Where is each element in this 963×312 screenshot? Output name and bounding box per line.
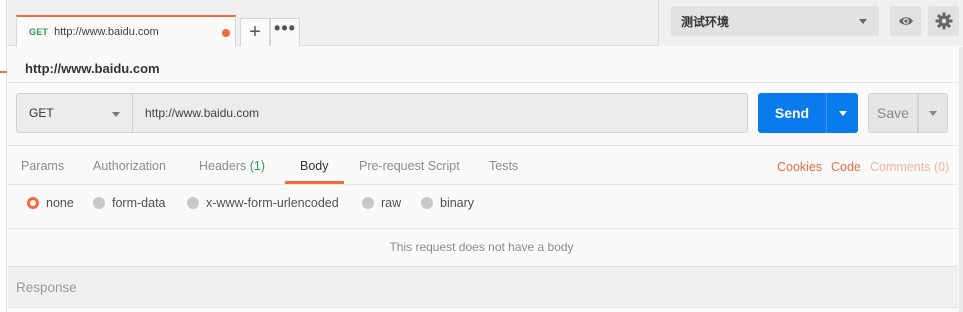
tab-headers[interactable]: Headers (1) xyxy=(199,159,265,173)
body-mode-label: binary xyxy=(440,196,475,210)
request-title[interactable]: http://www.baidu.com xyxy=(25,61,160,76)
body-mode-raw[interactable]: raw xyxy=(362,196,401,210)
body-mode-label: none xyxy=(46,196,74,210)
gear-icon xyxy=(935,12,952,30)
code-link[interactable]: Code xyxy=(831,160,861,174)
radio-unchecked-icon xyxy=(187,197,199,209)
radio-checked-icon xyxy=(27,197,39,209)
scrollbar[interactable] xyxy=(959,47,963,312)
tab-tests[interactable]: Tests xyxy=(489,159,518,173)
radio-unchecked-icon xyxy=(93,197,105,209)
chevron-down-icon xyxy=(112,112,120,117)
environment-quick-look-button[interactable] xyxy=(890,6,921,36)
request-tab-method: GET xyxy=(29,27,49,37)
divider xyxy=(8,228,958,229)
sidebar-collapsed[interactable] xyxy=(0,0,7,312)
chevron-down-icon xyxy=(929,111,937,116)
cookies-link[interactable]: Cookies xyxy=(777,160,822,174)
manage-environments-button[interactable] xyxy=(928,6,959,36)
sidebar-accent xyxy=(0,71,7,73)
radio-unchecked-icon xyxy=(362,197,374,209)
environment-select-value: 测试环境 xyxy=(681,14,730,29)
unsaved-dot-icon[interactable] xyxy=(222,29,230,37)
tab-headers-count: (1) xyxy=(249,159,266,173)
body-mode-none[interactable]: none xyxy=(27,196,74,210)
tab-pre-request-script[interactable]: Pre-request Script xyxy=(359,159,460,173)
url-input[interactable]: http://www.baidu.com xyxy=(132,93,748,133)
body-mode-form-data[interactable]: form-data xyxy=(93,196,166,210)
body-mode-label: form-data xyxy=(112,196,166,210)
chevron-down-icon xyxy=(839,111,847,116)
method-select-value: GET xyxy=(29,106,54,120)
comments-link[interactable]: Comments (0) xyxy=(870,160,949,174)
body-mode-urlencoded[interactable]: x-www-form-urlencoded xyxy=(187,196,339,210)
response-section xyxy=(8,267,958,307)
body-mode-label: raw xyxy=(381,196,402,210)
divider xyxy=(8,145,958,146)
response-label: Response xyxy=(16,280,77,295)
more-tabs-button[interactable]: ••• xyxy=(270,18,300,46)
tab-headers-label: Headers xyxy=(199,159,250,173)
tab-authorization[interactable]: Authorization xyxy=(93,159,166,173)
request-tab-url: http://www.baidu.com xyxy=(54,26,159,38)
body-mode-binary[interactable]: binary xyxy=(421,196,474,210)
send-button[interactable]: Send xyxy=(758,93,826,133)
divider xyxy=(8,82,958,83)
save-button[interactable]: Save xyxy=(868,93,918,133)
empty-body-message: This request does not have a body xyxy=(389,240,574,254)
body-mode-label: x-www-form-urlencoded xyxy=(206,196,339,210)
divider xyxy=(8,184,958,185)
chevron-down-icon xyxy=(859,19,867,24)
method-select[interactable]: GET xyxy=(16,93,133,133)
request-tab[interactable]: GET http://www.baidu.com xyxy=(16,15,236,47)
tab-body[interactable]: Body xyxy=(300,159,329,173)
send-options-button[interactable] xyxy=(826,93,858,133)
environment-select[interactable]: 测试环境 xyxy=(671,6,879,36)
divider xyxy=(8,307,958,308)
radio-unchecked-icon xyxy=(421,197,433,209)
new-tab-button[interactable]: + xyxy=(240,18,270,46)
save-options-button[interactable] xyxy=(918,93,948,133)
tab-params[interactable]: Params xyxy=(21,159,64,173)
eye-icon xyxy=(898,17,913,25)
